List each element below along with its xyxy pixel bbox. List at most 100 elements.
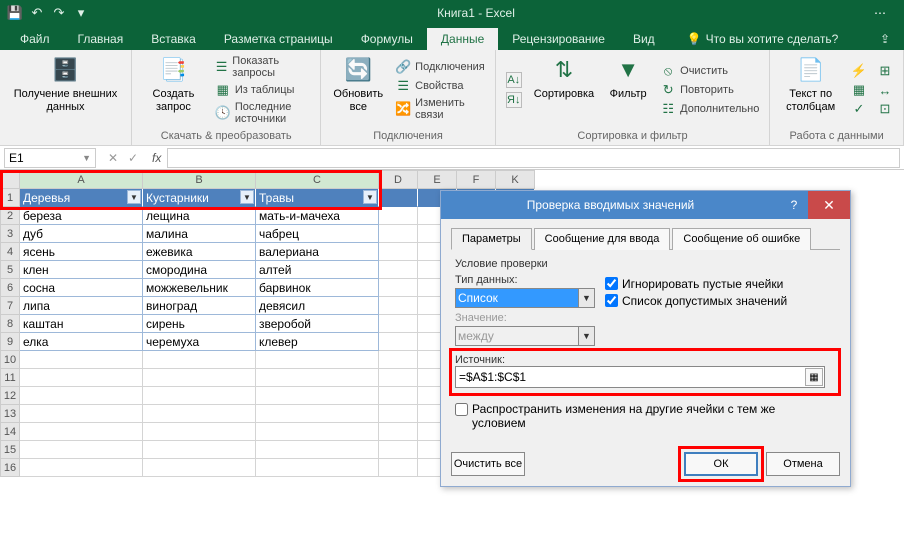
cell[interactable]: клевер: [256, 333, 379, 351]
cell[interactable]: елка: [20, 333, 143, 351]
connections-button[interactable]: 🔗Подключения: [393, 58, 487, 76]
data-model-button[interactable]: ⊡: [875, 100, 895, 118]
cancel-edit-icon[interactable]: ✕: [104, 151, 122, 165]
cell[interactable]: [256, 351, 379, 369]
cell[interactable]: [256, 369, 379, 387]
cell[interactable]: ежевика: [143, 243, 256, 261]
dlg-tab-errmsg[interactable]: Сообщение об ошибке: [672, 228, 811, 250]
cell[interactable]: [256, 387, 379, 405]
select-all-corner[interactable]: [0, 170, 20, 189]
help-icon[interactable]: ?: [780, 198, 808, 212]
ribbon-options-icon[interactable]: ⋯: [862, 3, 898, 23]
row-header[interactable]: 4: [0, 243, 20, 261]
share-button[interactable]: ⇪: [866, 28, 904, 50]
cell[interactable]: [20, 351, 143, 369]
confirm-edit-icon[interactable]: ✓: [124, 151, 142, 165]
redo-icon[interactable]: ↷: [50, 4, 68, 22]
validation-button[interactable]: ✓: [849, 100, 869, 118]
sort-asc-button[interactable]: А↓: [504, 71, 524, 89]
row-header[interactable]: 16: [0, 459, 20, 477]
cell[interactable]: черемуха: [143, 333, 256, 351]
row-header[interactable]: 5: [0, 261, 20, 279]
sort-button[interactable]: ⇅ Сортировка: [530, 52, 598, 128]
cell[interactable]: [379, 315, 418, 333]
cell[interactable]: лещина: [143, 207, 256, 225]
cell[interactable]: клен: [20, 261, 143, 279]
cell[interactable]: [20, 369, 143, 387]
tab-home[interactable]: Главная: [64, 28, 138, 50]
row-header[interactable]: 1: [0, 189, 20, 207]
show-queries-button[interactable]: ☰Показать запросы: [213, 54, 313, 80]
cell[interactable]: [143, 441, 256, 459]
qat-more-icon[interactable]: ▾: [72, 4, 90, 22]
text-to-columns-button[interactable]: 📄 Текст по столбцам: [778, 52, 843, 128]
consolidate-button[interactable]: ⊞: [875, 62, 895, 80]
cell[interactable]: [379, 279, 418, 297]
remove-dupes-button[interactable]: ▦: [849, 81, 869, 99]
tab-file[interactable]: Файл: [6, 28, 64, 50]
recent-sources-button[interactable]: 🕓Последние источники: [213, 100, 313, 126]
cell[interactable]: можжевельник: [143, 279, 256, 297]
tab-view[interactable]: Вид: [619, 28, 669, 50]
row-header[interactable]: 12: [0, 387, 20, 405]
cell[interactable]: [20, 405, 143, 423]
name-box-input[interactable]: [9, 151, 69, 165]
cell[interactable]: [143, 423, 256, 441]
col-header-C[interactable]: C: [256, 170, 379, 189]
filter-dropdown-icon[interactable]: ▼: [240, 190, 254, 204]
tab-review[interactable]: Рецензирование: [498, 28, 619, 50]
col-header-E[interactable]: E: [418, 170, 457, 189]
properties-button[interactable]: ☰Свойства: [393, 77, 487, 95]
cell[interactable]: [20, 387, 143, 405]
formula-input[interactable]: [167, 148, 900, 168]
cell[interactable]: сирень: [143, 315, 256, 333]
cell[interactable]: ясень: [20, 243, 143, 261]
row-header[interactable]: 7: [0, 297, 20, 315]
close-icon[interactable]: ✕: [808, 191, 850, 219]
col-header-F[interactable]: F: [457, 170, 496, 189]
advanced-filter-button[interactable]: ☷Дополнительно: [658, 100, 761, 118]
row-header[interactable]: 14: [0, 423, 20, 441]
cell[interactable]: береза: [20, 207, 143, 225]
tab-formulas[interactable]: Формулы: [347, 28, 427, 50]
cell[interactable]: [143, 405, 256, 423]
cell[interactable]: дуб: [20, 225, 143, 243]
cell[interactable]: [256, 441, 379, 459]
cell[interactable]: [143, 459, 256, 477]
cell[interactable]: сосна: [20, 279, 143, 297]
cell[interactable]: [379, 423, 418, 441]
cell[interactable]: зверобой: [256, 315, 379, 333]
cell[interactable]: чабрец: [256, 225, 379, 243]
row-header[interactable]: 11: [0, 369, 20, 387]
cell[interactable]: [20, 423, 143, 441]
cell[interactable]: девясил: [256, 297, 379, 315]
tell-me-search[interactable]: 💡 Что вы хотите сделать?: [679, 28, 847, 50]
from-table-button[interactable]: ▦Из таблицы: [213, 81, 313, 99]
col-header-A[interactable]: A: [20, 170, 143, 189]
type-combo[interactable]: Список ▼: [455, 288, 595, 308]
cell[interactable]: малина: [143, 225, 256, 243]
filter-button[interactable]: ▼ Фильтр: [604, 52, 652, 128]
save-icon[interactable]: 💾: [6, 4, 24, 22]
cell[interactable]: виноград: [143, 297, 256, 315]
name-box[interactable]: ▼: [4, 148, 96, 168]
cell[interactable]: [379, 297, 418, 315]
tab-insert[interactable]: Вставка: [137, 28, 210, 50]
cell[interactable]: смородина: [143, 261, 256, 279]
ok-button[interactable]: ОК: [684, 452, 758, 476]
cell[interactable]: [143, 369, 256, 387]
fx-icon[interactable]: fx: [146, 151, 167, 165]
cell[interactable]: [379, 387, 418, 405]
filter-dropdown-icon[interactable]: ▼: [363, 190, 377, 204]
cell[interactable]: [379, 189, 418, 207]
dlg-tab-inputmsg[interactable]: Сообщение для ввода: [534, 228, 671, 250]
source-input[interactable]: =$A$1:$C$1 ▦: [455, 366, 825, 388]
cell[interactable]: алтей: [256, 261, 379, 279]
row-header[interactable]: 8: [0, 315, 20, 333]
tab-data[interactable]: Данные: [427, 28, 498, 50]
cell[interactable]: каштан: [20, 315, 143, 333]
edit-links-button[interactable]: 🔀Изменить связи: [393, 96, 487, 122]
cell[interactable]: [143, 387, 256, 405]
cell[interactable]: [256, 459, 379, 477]
dlg-tab-params[interactable]: Параметры: [451, 228, 532, 250]
